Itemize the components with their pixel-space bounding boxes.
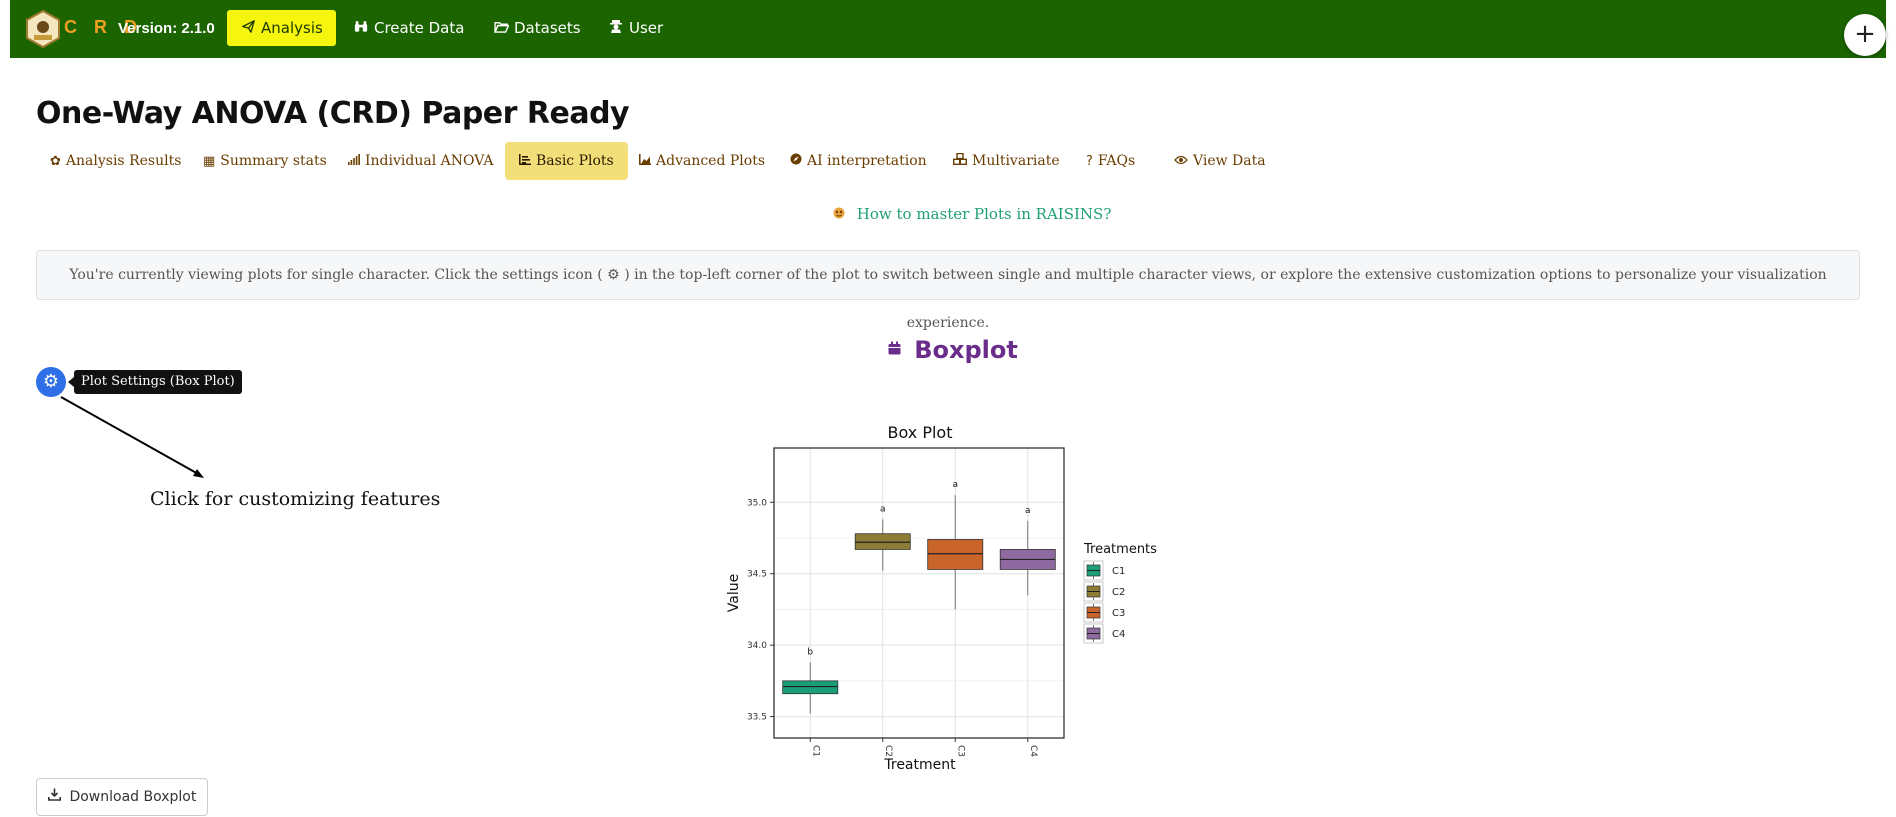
- significance-letter: a: [1025, 506, 1031, 516]
- download-boxplot-button[interactable]: Download Boxplot: [36, 778, 209, 816]
- x-tick-label: C2: [883, 745, 893, 757]
- tab-view-data[interactable]: View Data: [1160, 142, 1280, 180]
- y-tick-label: 34.0: [747, 641, 767, 651]
- x-axis-label: Treatment: [883, 757, 956, 773]
- box-plot-chart: Box Plot b a a a 33.5 34.0 34.5 35.0 C1 C2 C3 C4 T…: [726, 423, 1157, 773]
- y-axis-label: Value: [726, 574, 742, 612]
- info-banner: You're currently viewing plots for singl…: [36, 250, 1860, 331]
- gear-icon: ⚙: [42, 371, 60, 392]
- tab-label: Analysis Results: [65, 153, 182, 169]
- raisin-icon: [832, 205, 851, 223]
- legend-label: C3: [1112, 608, 1125, 619]
- nav-analysis-label: Analysis: [261, 19, 323, 37]
- boxplot-heading-label: Boxplot: [914, 336, 1018, 364]
- tab-label: View Data: [1193, 153, 1266, 169]
- tab-individual-anova[interactable]: Individual ANOVA: [334, 142, 508, 180]
- table-icon: ▦: [203, 154, 216, 169]
- user-secret-icon: [608, 12, 624, 48]
- x-tick-label: C4: [1028, 745, 1038, 757]
- legend-label: C2: [1112, 587, 1125, 598]
- tab-basic-plots[interactable]: Basic Plots: [505, 142, 628, 180]
- nav-create-data[interactable]: Create Data: [340, 10, 477, 46]
- tab-label: Advanced Plots: [656, 153, 766, 169]
- tab-analysis-results[interactable]: ✿ Analysis Results: [36, 142, 195, 180]
- tab-summary-stats[interactable]: ▦ Summary stats: [189, 142, 341, 180]
- chart-area-icon: [639, 143, 651, 181]
- y-tick-label: 35.0: [747, 498, 767, 508]
- x-tick-label: C1: [810, 745, 820, 757]
- significance-letter: a: [880, 504, 886, 514]
- help-link-label: How to master Plots in RAISINS?: [856, 205, 1112, 223]
- signal-icon: [348, 143, 360, 181]
- paper-plane-icon: [240, 12, 256, 48]
- chart-bar-icon: [519, 143, 531, 181]
- box-body: [927, 539, 984, 570]
- plot-background: [774, 448, 1064, 738]
- tab-label: Individual ANOVA: [365, 153, 494, 169]
- tab-label: Basic Plots: [536, 153, 614, 169]
- annotation-arrow: [60, 396, 204, 478]
- legend-item-c3: C3: [1083, 602, 1125, 623]
- tab-ai-interpretation[interactable]: AI interpretation: [776, 142, 941, 180]
- add-button[interactable]: +: [1844, 14, 1886, 56]
- legend-item-c4: C4: [1083, 623, 1125, 644]
- version-label: Version: 2.1.0: [118, 20, 215, 37]
- tab-label: FAQs: [1097, 153, 1136, 169]
- tab-multivariate[interactable]: Multivariate: [939, 142, 1074, 180]
- nav-user[interactable]: User: [595, 10, 676, 46]
- legend-title: Treatments: [1083, 542, 1157, 557]
- raisins-logo: [26, 10, 60, 48]
- download-icon: [48, 788, 65, 805]
- box-icon: [888, 341, 906, 359]
- nav-create-data-label: Create Data: [374, 19, 465, 37]
- eye-icon: [1174, 143, 1188, 181]
- nav-datasets-label: Datasets: [514, 19, 581, 37]
- folder-open-icon: [493, 12, 509, 48]
- legend-item-c1: C1: [1083, 560, 1125, 581]
- box-body: [854, 533, 911, 550]
- legend-item-c2: C2: [1083, 581, 1125, 602]
- tab-label: AI interpretation: [807, 153, 927, 169]
- y-tick-label: 34.5: [747, 570, 767, 580]
- compass-icon: [790, 143, 802, 181]
- chart-title: Box Plot: [888, 423, 953, 442]
- legend-label: C4: [1112, 629, 1125, 640]
- help-link[interactable]: How to master Plots in RAISINS?: [832, 205, 1111, 223]
- page-title: One-Way ANOVA (CRD) Paper Ready: [36, 96, 630, 131]
- annotation-text: Click for customizing features: [150, 488, 441, 510]
- nav-datasets[interactable]: Datasets: [480, 10, 594, 46]
- tab-advanced-plots[interactable]: Advanced Plots: [625, 142, 779, 180]
- box-body: [782, 680, 839, 695]
- tab-label: Summary stats: [220, 153, 327, 169]
- info-banner-text: You're currently viewing plots for singl…: [69, 267, 1827, 331]
- question-icon: ?: [1086, 154, 1093, 169]
- legend-label: C1: [1112, 566, 1125, 577]
- cubes-icon: [952, 143, 968, 181]
- nav-user-label: User: [629, 19, 664, 37]
- y-tick-label: 33.5: [747, 713, 767, 723]
- tab-label: Multivariate: [972, 153, 1060, 169]
- binoculars-icon: [353, 12, 369, 48]
- tab-faqs[interactable]: ? FAQs: [1072, 142, 1149, 180]
- settings-tooltip: Plot Settings (Box Plot): [68, 370, 242, 394]
- download-label: Download Boxplot: [69, 789, 197, 805]
- nav-analysis[interactable]: Analysis: [227, 10, 336, 46]
- boxplot-heading: Boxplot: [888, 336, 1018, 364]
- significance-letter: b: [807, 647, 813, 657]
- seedling-icon: ✿: [50, 154, 61, 169]
- plot-settings-button[interactable]: ⚙: [36, 367, 66, 397]
- significance-letter: a: [952, 480, 958, 490]
- x-tick-label: C3: [955, 745, 965, 757]
- top-navbar: C R D Version: 2.1.0 Analysis Create Dat…: [10, 0, 1886, 58]
